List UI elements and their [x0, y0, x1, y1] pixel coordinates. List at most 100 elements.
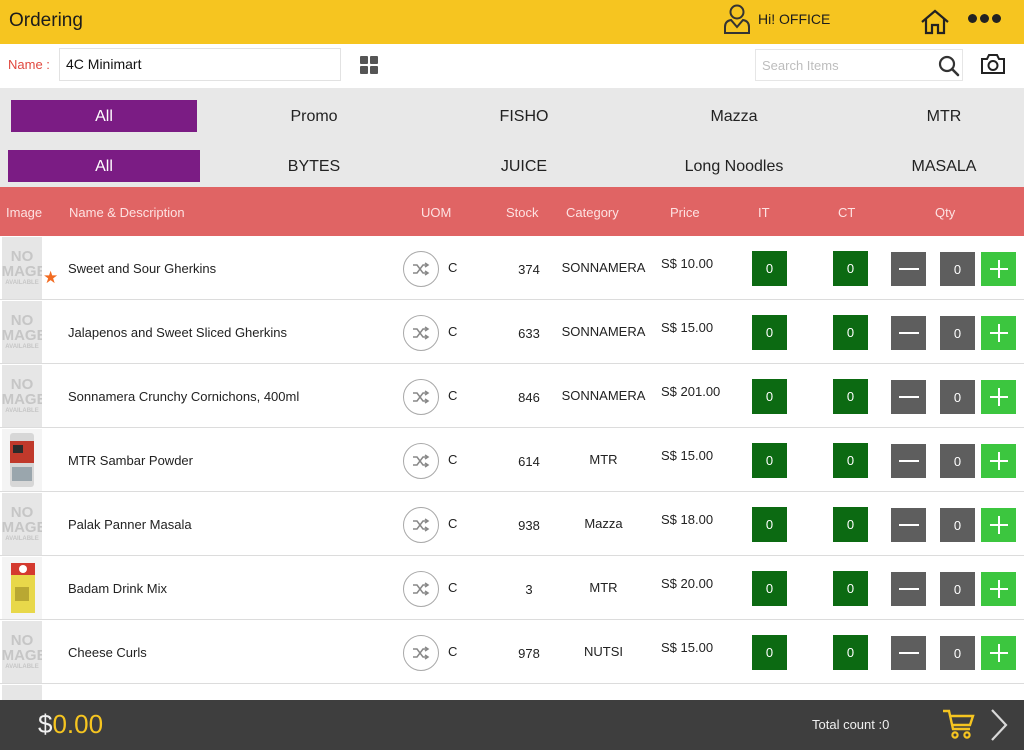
- col-it: IT: [758, 205, 770, 220]
- filter-mazza[interactable]: Mazza: [634, 88, 834, 138]
- uom-switch-button[interactable]: [403, 379, 439, 415]
- user-menu[interactable]: Hi! OFFICE: [722, 3, 830, 35]
- minus-button[interactable]: [891, 380, 926, 414]
- star-icon: ★: [43, 268, 59, 287]
- minus-button[interactable]: [891, 636, 926, 670]
- minus-button[interactable]: [891, 252, 926, 286]
- minus-icon: [898, 652, 919, 654]
- table-row-partial: [0, 684, 1024, 700]
- plus-button[interactable]: [981, 252, 1016, 286]
- ct-input[interactable]: 0: [833, 443, 868, 478]
- table-header: Image Name & Description UOM Stock Categ…: [0, 187, 1024, 237]
- price-value: S$ 15.00: [661, 640, 714, 655]
- uom-value: C: [448, 644, 458, 659]
- more-icon[interactable]: [968, 14, 1001, 23]
- col-name: Name & Description: [69, 205, 185, 220]
- price-value: S$ 201.00: [661, 384, 721, 399]
- it-input[interactable]: 0: [752, 251, 787, 286]
- uom-switch-button[interactable]: [403, 507, 439, 543]
- category-value: SONNAMERA: [561, 388, 646, 403]
- ct-input[interactable]: 0: [833, 507, 868, 542]
- minus-button[interactable]: [891, 316, 926, 350]
- minus-button[interactable]: [891, 508, 926, 542]
- shuffle-icon: [413, 582, 430, 596]
- product-image: NOIMAGEAVAILABLE: [2, 621, 42, 683]
- filter-fisho[interactable]: FISHO: [424, 88, 624, 138]
- ct-input[interactable]: 0: [833, 251, 868, 286]
- stock-value: 978: [518, 646, 540, 661]
- table-row: MTR Sambar Powder C 614 MTR S$ 15.00 0 0…: [0, 428, 1024, 492]
- plus-icon: [989, 260, 1008, 278]
- plus-button[interactable]: [981, 508, 1016, 542]
- grid-icon[interactable]: [360, 56, 378, 74]
- uom-switch-button[interactable]: [403, 315, 439, 351]
- minus-icon: [898, 588, 919, 590]
- plus-button[interactable]: [981, 316, 1016, 350]
- qty-input[interactable]: 0: [940, 380, 975, 414]
- search-icon[interactable]: [938, 55, 960, 77]
- plus-button[interactable]: [981, 636, 1016, 670]
- category-value: SONNAMERA: [561, 324, 646, 339]
- shuffle-icon: [413, 326, 430, 340]
- product-image: NOIMAGEAVAILABLE: [2, 301, 42, 363]
- category-value: MTR: [589, 580, 618, 595]
- uom-value: C: [448, 260, 458, 275]
- uom-switch-button[interactable]: [403, 251, 439, 287]
- chevron-right-icon[interactable]: [988, 708, 1010, 742]
- table-row: NOIMAGEAVAILABLE Cheese Curls C 978 NUTS…: [0, 620, 1024, 684]
- order-total: $0.00: [38, 709, 103, 740]
- uom-switch-button[interactable]: [403, 635, 439, 671]
- home-icon[interactable]: [919, 8, 951, 36]
- filter-juice[interactable]: JUICE: [424, 137, 624, 187]
- name-input[interactable]: 4C Minimart: [59, 48, 341, 81]
- minus-button[interactable]: [891, 444, 926, 478]
- camera-icon[interactable]: [980, 53, 1006, 75]
- filter-promo[interactable]: Promo: [214, 88, 414, 138]
- minus-button[interactable]: [891, 572, 926, 606]
- plus-button[interactable]: [981, 572, 1016, 606]
- stock-value: 614: [518, 454, 540, 469]
- product-pouch-image: [10, 433, 34, 487]
- it-input[interactable]: 0: [752, 315, 787, 350]
- qty-input[interactable]: 0: [940, 508, 975, 542]
- it-input[interactable]: 0: [752, 635, 787, 670]
- cart-icon[interactable]: [942, 708, 976, 740]
- qty-input[interactable]: 0: [940, 572, 975, 606]
- ct-input[interactable]: 0: [833, 379, 868, 414]
- price-value: S$ 20.00: [661, 576, 714, 591]
- plus-button[interactable]: [981, 444, 1016, 478]
- filter-all[interactable]: All: [11, 88, 197, 138]
- plus-icon: [989, 580, 1008, 598]
- filter-masala[interactable]: MASALA: [844, 137, 1024, 187]
- qty-input[interactable]: 0: [940, 636, 975, 670]
- product-box-image: [11, 563, 35, 613]
- ct-input[interactable]: 0: [833, 571, 868, 606]
- uom-switch-button[interactable]: [403, 571, 439, 607]
- qty-input[interactable]: 0: [940, 316, 975, 350]
- ct-input[interactable]: 0: [833, 635, 868, 670]
- filter-bytes[interactable]: BYTES: [214, 137, 414, 187]
- search-placeholder: Search Items: [762, 58, 839, 73]
- uom-value: C: [448, 324, 458, 339]
- it-input[interactable]: 0: [752, 443, 787, 478]
- stock-value: 938: [518, 518, 540, 533]
- it-input[interactable]: 0: [752, 571, 787, 606]
- filter-long-noodles[interactable]: Long Noodles: [634, 137, 834, 187]
- it-input[interactable]: 0: [752, 507, 787, 542]
- plus-icon: [989, 324, 1008, 342]
- top-bar: Ordering Hi! OFFICE: [0, 0, 1024, 44]
- filter-all-2[interactable]: All: [8, 137, 200, 187]
- plus-button[interactable]: [981, 380, 1016, 414]
- product-name: Cheese Curls: [68, 645, 147, 660]
- qty-input[interactable]: 0: [940, 444, 975, 478]
- product-name: Jalapenos and Sweet Sliced Gherkins: [68, 325, 287, 340]
- search-input[interactable]: Search Items: [755, 49, 963, 81]
- col-image: Image: [6, 205, 43, 220]
- it-input[interactable]: 0: [752, 379, 787, 414]
- category-filter-row-1: All Promo FISHO Mazza MTR: [0, 88, 1024, 138]
- no-image-placeholder: NOIMAGEAVAILABLE: [2, 632, 42, 670]
- uom-switch-button[interactable]: [403, 443, 439, 479]
- qty-input[interactable]: 0: [940, 252, 975, 286]
- ct-input[interactable]: 0: [833, 315, 868, 350]
- filter-mtr[interactable]: MTR: [844, 88, 1024, 138]
